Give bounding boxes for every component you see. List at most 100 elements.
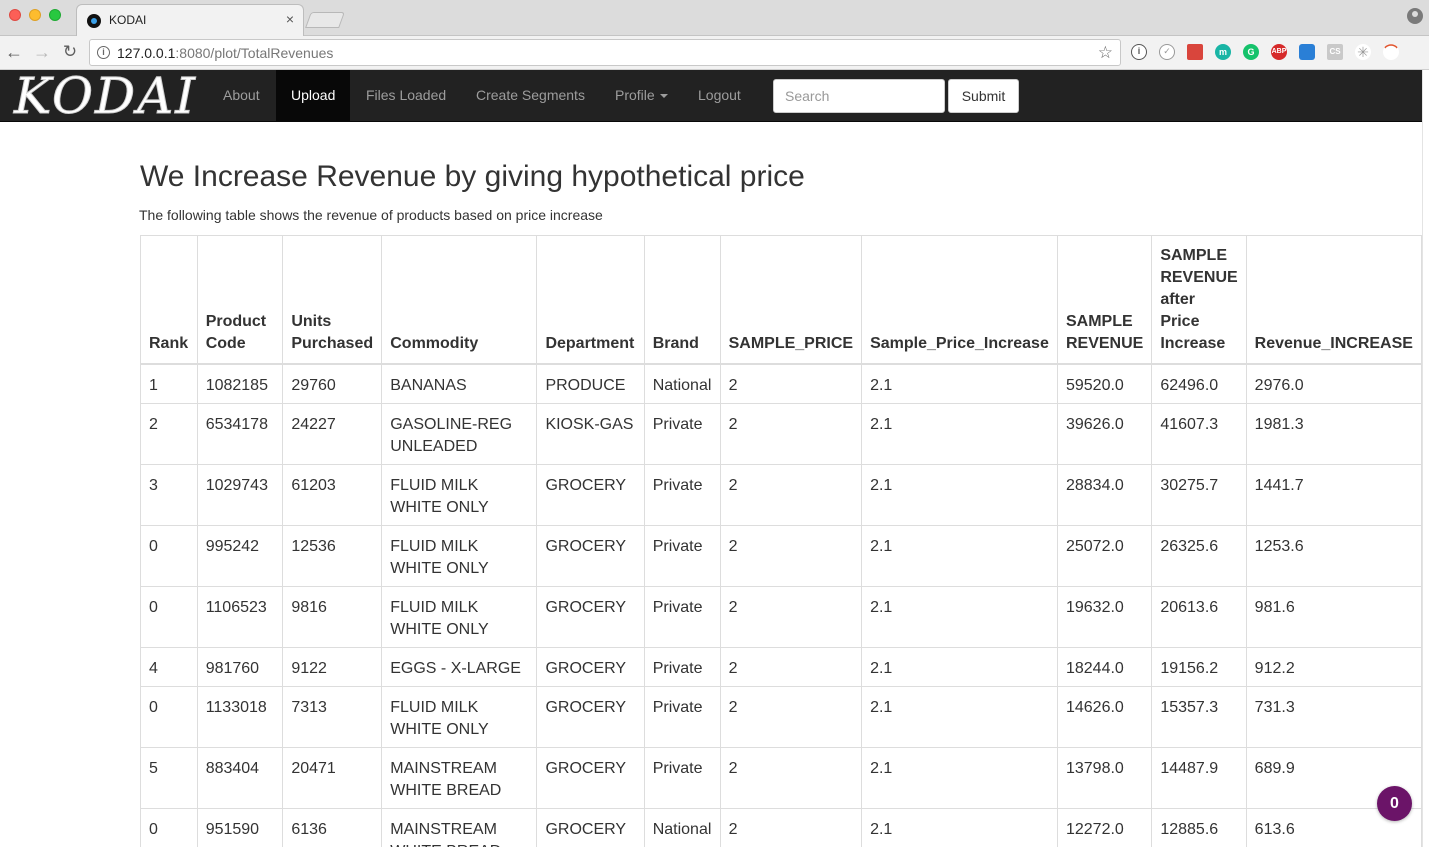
site-info-icon[interactable]: i <box>97 46 110 59</box>
cell-commodity: FLUID MILK WHITE ONLY <box>381 585 538 648</box>
cell-department: GROCERY <box>536 524 645 587</box>
nav-about[interactable]: About <box>208 70 275 121</box>
extension-info-icon[interactable]: i <box>1131 44 1147 60</box>
column-header: Units Purchased <box>282 235 383 365</box>
cell-department: GROCERY <box>536 585 645 648</box>
nav-upload[interactable]: Upload <box>276 70 351 121</box>
column-header: Rank <box>140 235 198 365</box>
cell-commodity: GASOLINE-REG UNLEADED <box>381 402 538 465</box>
table-row: 4 981760 9122 EGGS - X-LARGE GROCERY Pri… <box>140 646 1422 687</box>
page-scrollbar[interactable] <box>1422 70 1429 847</box>
cell-rank: 0 <box>140 585 198 648</box>
page-subtitle: The following table shows the revenue of… <box>139 207 603 223</box>
address-bar[interactable]: i 127.0.0.1:8080/plot/TotalRevenues ☆ <box>89 39 1121 66</box>
nav-create-segments[interactable]: Create Segments <box>461 70 600 121</box>
forward-arrow-icon[interactable]: → <box>32 41 52 63</box>
extension-check-icon[interactable]: ✓ <box>1159 44 1175 60</box>
column-header: Product Code <box>196 235 284 365</box>
cell-brand: Private <box>643 524 721 587</box>
nav-profile-label: Profile <box>615 87 655 103</box>
account-icon[interactable] <box>1407 8 1423 24</box>
maximize-window-icon[interactable] <box>49 9 61 21</box>
cell-commodity: FLUID MILK WHITE ONLY <box>381 463 538 526</box>
kodai-logo[interactable]: KODAI <box>14 66 197 126</box>
column-header: SAMPLE REVENUE <box>1056 235 1153 365</box>
extension-rainbow-icon[interactable]: ⌒ <box>1383 44 1399 60</box>
bookmark-star-icon[interactable]: ☆ <box>1098 43 1113 63</box>
close-window-icon[interactable] <box>9 9 21 21</box>
cell-commodity: FLUID MILK WHITE ONLY <box>381 685 538 748</box>
cell-units-purchased: 6136 <box>282 807 383 847</box>
cell-sample-price: 2 <box>719 646 863 687</box>
cell-product-code: 981760 <box>196 646 284 687</box>
cell-commodity: MAINSTREAM WHITE BREAD <box>381 746 538 809</box>
column-header: Commodity <box>381 235 538 365</box>
tab-close-icon[interactable]: × <box>286 11 294 27</box>
cell-units-purchased: 24227 <box>282 402 383 465</box>
cell-sample-revenue: 59520.0 <box>1056 363 1153 404</box>
cell-product-code: 951590 <box>196 807 284 847</box>
cell-department: PRODUCE <box>536 363 645 404</box>
table-body: 1 1082185 29760 BANANAS PRODUCE National… <box>140 363 1422 847</box>
nav-files-loaded[interactable]: Files Loaded <box>351 70 461 121</box>
minimize-window-icon[interactable] <box>29 9 41 21</box>
cell-department: GROCERY <box>536 685 645 748</box>
nav-profile-dropdown[interactable]: Profile <box>600 70 683 121</box>
cell-rank: 0 <box>140 685 198 748</box>
nav-logout[interactable]: Logout <box>683 70 756 121</box>
cell-revenue-after-increase: 62496.0 <box>1151 363 1247 404</box>
cell-department: GROCERY <box>536 807 645 847</box>
chat-widget-button[interactable]: 0 <box>1377 786 1412 821</box>
extension-puzzle-icon[interactable]: ✳ <box>1355 44 1371 60</box>
cell-units-purchased: 9122 <box>282 646 383 687</box>
revenue-table-container: Rank Product Code Units Purchased Commod… <box>140 235 1422 847</box>
extension-grammarly-icon[interactable]: G <box>1243 44 1259 60</box>
table-row: 0 1106523 9816 FLUID MILK WHITE ONLY GRO… <box>140 585 1422 648</box>
cell-brand: Private <box>643 402 721 465</box>
submit-button[interactable]: Submit <box>948 79 1019 113</box>
cell-sample-price: 2 <box>719 685 863 748</box>
cell-sample-price-increase: 2.1 <box>861 363 1058 404</box>
cell-units-purchased: 29760 <box>282 363 383 404</box>
cell-sample-price-increase: 2.1 <box>861 685 1058 748</box>
cell-sample-revenue: 14626.0 <box>1056 685 1153 748</box>
search-input[interactable] <box>773 79 945 113</box>
cell-department: GROCERY <box>536 746 645 809</box>
url-path: :8080/plot/TotalRevenues <box>175 45 334 61</box>
cell-sample-revenue: 39626.0 <box>1056 402 1153 465</box>
cell-sample-revenue: 19632.0 <box>1056 585 1153 648</box>
page-title: We Increase Revenue by giving hypothetic… <box>140 160 805 193</box>
column-header: Revenue_INCREASE <box>1245 235 1422 365</box>
column-header: Sample_Price_Increase <box>861 235 1058 365</box>
cell-revenue-increase: 1441.7 <box>1245 463 1422 526</box>
reload-icon[interactable]: ↻ <box>60 41 80 63</box>
cell-sample-price-increase: 2.1 <box>861 585 1058 648</box>
extension-m-icon[interactable]: m <box>1215 44 1231 60</box>
new-tab-button[interactable] <box>305 12 345 28</box>
favicon-icon <box>87 14 101 28</box>
column-header: SAMPLE REVENUE after Price Increase <box>1151 235 1247 365</box>
back-arrow-icon[interactable]: ← <box>4 41 24 63</box>
cell-commodity: BANANAS <box>381 363 538 404</box>
cell-sample-price: 2 <box>719 807 863 847</box>
extension-todo-icon[interactable] <box>1187 44 1203 60</box>
cell-rank: 2 <box>140 402 198 465</box>
browser-tab-strip: KODAI × <box>0 0 1429 36</box>
cell-revenue-increase: 912.2 <box>1245 646 1422 687</box>
cell-rank: 3 <box>140 463 198 526</box>
extension-adblock-icon[interactable]: ABP <box>1271 44 1287 60</box>
cell-rank: 5 <box>140 746 198 809</box>
browser-tab[interactable]: KODAI × <box>76 4 304 36</box>
cell-product-code: 995242 <box>196 524 284 587</box>
cell-revenue-increase: 981.6 <box>1245 585 1422 648</box>
table-row: 1 1082185 29760 BANANAS PRODUCE National… <box>140 363 1422 404</box>
cell-product-code: 1133018 <box>196 685 284 748</box>
app-navbar: KODAI About Upload Files Loaded Create S… <box>0 67 1422 126</box>
extension-badge-icon[interactable] <box>1299 44 1315 60</box>
cell-units-purchased: 9816 <box>282 585 383 648</box>
cell-revenue-after-increase: 19156.2 <box>1151 646 1247 687</box>
extension-cs-icon[interactable]: CS <box>1327 44 1343 60</box>
cell-brand: National <box>643 807 721 847</box>
caret-down-icon <box>659 94 668 99</box>
cell-sample-revenue: 25072.0 <box>1056 524 1153 587</box>
